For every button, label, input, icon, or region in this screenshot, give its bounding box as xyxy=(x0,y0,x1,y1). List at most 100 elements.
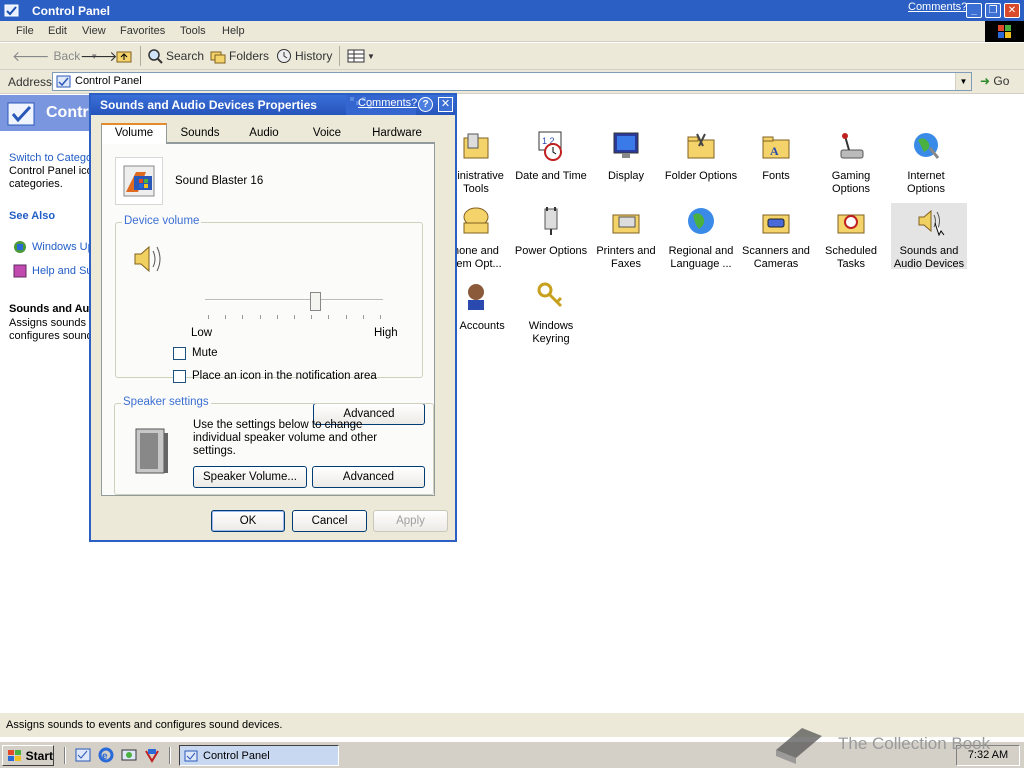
search-icon xyxy=(148,49,163,64)
menu-edit[interactable]: Edit xyxy=(48,25,67,37)
volume-slider-track[interactable] xyxy=(205,299,383,301)
menu-file[interactable]: File xyxy=(16,25,34,37)
switch-category-view-link[interactable]: Switch to Catego xyxy=(9,152,90,164)
dialog-titlebar[interactable]: Sounds and Audio Devices Properties Comm… xyxy=(91,95,455,115)
internet-options-item[interactable]: Internet Options xyxy=(888,130,964,196)
windows-update-icon xyxy=(14,241,26,253)
menu-help[interactable]: Help xyxy=(222,25,245,37)
sounds-and-audio-devices-item[interactable]: Sounds and Audio Devices xyxy=(891,203,967,270)
date-and-time-item[interactable]: 1 2 Date and Time xyxy=(513,130,589,183)
icon-label-line2: Faxes xyxy=(611,258,641,270)
windows-update-link[interactable]: Windows Up xyxy=(32,241,90,253)
apply-button[interactable]: Apply xyxy=(373,510,448,532)
dialog-tabs: Volume Sounds Audio Voice Hardware xyxy=(101,123,435,144)
speaker-settings-label: Speaker settings xyxy=(121,396,211,408)
history-icon xyxy=(277,49,291,63)
tab-voice[interactable]: Voice xyxy=(295,125,359,143)
scanners-and-cameras-icon xyxy=(762,214,790,234)
icon-label-line1: Windows xyxy=(528,320,574,332)
history-button[interactable]: History xyxy=(276,47,332,65)
folder-options-item[interactable]: Folder Options xyxy=(663,130,739,183)
regional-and-language-options-item[interactable]: Regional and Language ... xyxy=(663,205,739,271)
tab-volume[interactable]: Volume xyxy=(101,123,167,144)
volume-tick xyxy=(294,315,295,319)
printers-and-faxes-item[interactable]: Printers and Faxes xyxy=(588,205,664,271)
views-button[interactable]: ▼ xyxy=(347,47,375,65)
phone-and-modem-icon xyxy=(463,207,489,234)
address-dropdown-button[interactable]: ▼ xyxy=(955,73,971,90)
folders-button[interactable]: Folders xyxy=(210,47,269,65)
notification-icon-label: Place an icon in the notification area xyxy=(192,370,377,382)
menu-tools[interactable]: Tools xyxy=(180,25,206,37)
up-folder-button[interactable] xyxy=(116,47,132,65)
address-input[interactable]: Control Panel ▼ xyxy=(52,72,972,91)
scheduled-tasks-item[interactable]: Scheduled Tasks xyxy=(813,205,889,271)
volume-high-label: High xyxy=(374,327,398,339)
folders-label: Folders xyxy=(229,49,270,63)
tab-audio[interactable]: Audio xyxy=(233,125,295,143)
mute-checkbox[interactable] xyxy=(173,347,186,360)
menu-bar: File Edit View Favorites Tools Help xyxy=(0,21,1024,42)
history-label: History xyxy=(295,49,333,63)
views-dropdown-icon: ▼ xyxy=(367,51,375,61)
watermark-book-icon xyxy=(776,728,822,764)
help-and-support-link[interactable]: Help and Su xyxy=(32,265,90,277)
icon-label-line1: Internet xyxy=(907,170,945,182)
task-pane: Contr Switch to Catego Control Panel ico… xyxy=(0,95,90,710)
tab-hardware[interactable]: Hardware xyxy=(359,125,435,143)
details-line1: Assigns sounds t xyxy=(9,317,90,329)
icon-label-line1: Printers and xyxy=(596,245,656,257)
minimize-button[interactable]: _ xyxy=(966,3,982,18)
volume-slider-thumb[interactable] xyxy=(310,292,322,311)
start-label: Start xyxy=(25,748,53,763)
volume-tick xyxy=(276,315,278,319)
back-label: Back xyxy=(53,49,81,63)
outlook-express-icon[interactable] xyxy=(144,747,160,763)
menu-favorites[interactable]: Favorites xyxy=(120,25,165,37)
ok-button[interactable]: OK xyxy=(211,510,285,532)
start-button[interactable]: Start xyxy=(2,745,54,766)
tab-sounds[interactable]: Sounds xyxy=(167,125,233,143)
icon-label-line2: Options xyxy=(907,183,945,195)
scanners-and-cameras-item[interactable]: Scanners and Cameras xyxy=(738,205,814,271)
notification-icon-checkbox[interactable] xyxy=(173,370,186,383)
gaming-options-item[interactable]: Gaming Options xyxy=(813,130,889,196)
restore-button[interactable]: ❐ xyxy=(985,3,1001,18)
show-desktop-icon[interactable] xyxy=(75,747,91,763)
standard-toolbar: 🡐 Back ▼ 🡒 ▼ Search Folders History ▼ xyxy=(0,43,1024,70)
dialog-close-button[interactable]: ✕ xyxy=(438,97,453,112)
back-arrow-icon: 🡐 xyxy=(12,47,50,64)
search-label: Search xyxy=(166,49,205,63)
window-titlebar[interactable]: Control Panel Comments? _ ❐ ✕ xyxy=(0,0,1024,21)
power-options-item[interactable]: Power Options xyxy=(513,205,589,258)
status-text: Assigns sounds to events and configures … xyxy=(6,719,283,731)
internet-explorer-icon[interactable]: e xyxy=(98,747,114,763)
speaker-advanced-button[interactable]: Advanced xyxy=(312,466,425,488)
scheduled-tasks-icon xyxy=(837,214,865,234)
volume-tick xyxy=(225,315,227,319)
details-line2: configures sound xyxy=(9,330,90,342)
dialog-comments-link[interactable]: Comments? xyxy=(358,97,417,109)
fonts-item[interactable]: A Fonts xyxy=(738,130,814,183)
control-panel-icon xyxy=(4,4,19,17)
comments-link[interactable]: Comments? xyxy=(908,1,967,13)
windows-logo xyxy=(985,21,1024,42)
go-button[interactable]: ➜ Go xyxy=(980,74,1009,88)
icon-label-line1: Power Options xyxy=(514,245,588,257)
cancel-button[interactable]: Cancel xyxy=(292,510,367,532)
speaker-volume-button[interactable]: Speaker Volume... xyxy=(193,466,307,488)
search-button[interactable]: Search xyxy=(147,47,204,65)
windows-keyring-item[interactable]: Windows Keyring xyxy=(513,280,589,346)
icon-label-line1: Scheduled xyxy=(825,245,877,257)
volume-tick xyxy=(208,315,209,319)
menu-view[interactable]: View xyxy=(82,25,106,37)
help-and-support-icon xyxy=(13,264,27,278)
display-item[interactable]: Display xyxy=(588,130,664,183)
volume-tick xyxy=(380,315,381,319)
dialog-help-button[interactable]: ? xyxy=(418,97,433,112)
taskbar-control-panel-button[interactable]: Control Panel xyxy=(179,745,339,766)
close-button[interactable]: ✕ xyxy=(1004,3,1020,18)
icon-label-line1: Display xyxy=(607,170,645,182)
task-pane-title: Contr xyxy=(46,104,89,121)
network-icon[interactable] xyxy=(121,747,137,763)
